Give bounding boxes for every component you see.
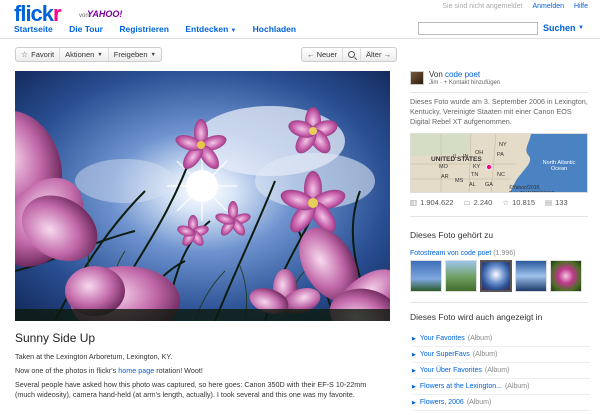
triangle-right-icon: ▶: [412, 367, 416, 374]
map-state-label: AR: [441, 174, 449, 180]
chevron-down-icon: ▼: [230, 28, 237, 34]
map-state-label: NY: [499, 142, 507, 148]
actions-dropdown[interactable]: Aktionen ▼: [60, 48, 109, 61]
map-state-label: OH: [475, 150, 484, 156]
divider: [410, 216, 588, 217]
account-links: Sie sind nicht angemeldet Anmelden Hilfe: [434, 3, 588, 10]
map-state-label: KY: [473, 164, 481, 170]
thumbnail[interactable]: [410, 260, 442, 292]
map-ocean-label: North Atlantic Ocean: [542, 160, 576, 172]
map-copyright: ©Yahoo!2010, Data©NAVTEQ2009: [509, 185, 555, 192]
add-contact-link[interactable]: + Kontakt hinzufügen: [444, 80, 501, 86]
map-state-label: MO: [439, 164, 448, 170]
list-item[interactable]: ▶ Flowers, 2006 (Album): [412, 395, 590, 411]
list-item[interactable]: ▶ Flowers at the Lexington... (Album): [412, 379, 590, 395]
nav-tour[interactable]: Die Tour: [69, 24, 103, 34]
photostream-link[interactable]: Fotostream von code poet: [410, 250, 491, 257]
map-state-label: NC: [497, 172, 505, 178]
owner-link[interactable]: code poet: [445, 70, 480, 79]
photo-stats: ▥ 1.904.622 ▭ 2.240 ☆ 10.815 ▤ 133: [410, 198, 588, 207]
photostream-label: Fotostream von code poet (1.996): [410, 250, 515, 257]
location-map[interactable]: UNITED STATES NY PA OH KY TN NC GA AL MS…: [410, 133, 588, 193]
chevron-down-icon: ▼: [150, 51, 156, 58]
context-list: ▶ Your Favorites (Album) ▶ Your SuperFavs (A…: [412, 331, 590, 411]
notes-icon: ▤: [545, 198, 553, 207]
map-state-label: TN: [471, 172, 479, 178]
flower-sky-photo: [15, 71, 390, 321]
list-item[interactable]: ▶ Your Favorites (Album): [412, 331, 590, 347]
owner-sub: Jim · + Kontakt hinzufügen: [429, 80, 501, 86]
star-icon: ☆: [21, 50, 29, 59]
help-link[interactable]: Hilfe: [574, 3, 588, 10]
divider: [410, 92, 588, 93]
nav-upload[interactable]: Hochladen: [253, 24, 296, 34]
notes-stat: ▤ 133: [545, 198, 568, 207]
triangle-right-icon: ▶: [412, 399, 416, 406]
photostream-thumbnails: [410, 260, 585, 292]
nav-register[interactable]: Registrieren: [119, 24, 169, 34]
album-link[interactable]: Flowers, 2006: [420, 399, 464, 406]
main-nav: Startseite Die Tour Registrieren Entdeck…: [14, 24, 310, 34]
photo-actions-toolbar: ☆ Favorit Aktionen ▼ Freigeben ▼: [15, 47, 162, 62]
list-item[interactable]: ▶ Your Über Favorites (Album): [412, 363, 590, 379]
share-dropdown[interactable]: Freigeben ▼: [109, 48, 161, 61]
album-link[interactable]: Your Über Favorites: [420, 367, 482, 374]
photo-title: Sunny Side Up: [15, 331, 96, 345]
photo-pager: ← Neuer Älter →: [301, 47, 398, 62]
owner-line: Von code poet: [429, 70, 481, 79]
thumbnail-selected[interactable]: [480, 260, 512, 292]
map-state-label: AL: [469, 182, 476, 188]
album-link[interactable]: Your SuperFavs: [420, 351, 470, 358]
chevron-down-icon: ▼: [97, 51, 103, 58]
desc-paragraph: Several people have asked how this photo…: [15, 380, 367, 399]
favorites-stat[interactable]: ☆ 10.815: [502, 198, 535, 207]
login-link[interactable]: Anmelden: [533, 3, 565, 10]
belongs-heading: Dieses Foto gehört zu: [410, 230, 494, 240]
thumbnail[interactable]: [445, 260, 477, 292]
yahoo-logo: YAHOO!: [87, 9, 123, 19]
main-photo[interactable]: [15, 71, 390, 321]
zoom-button[interactable]: [343, 48, 362, 61]
triangle-right-icon: ▶: [412, 335, 416, 342]
divider: [410, 302, 588, 303]
list-item[interactable]: ▶ Your SuperFavs (Album): [412, 347, 590, 363]
thumbnail[interactable]: [515, 260, 547, 292]
magnifier-icon: [348, 51, 356, 58]
photo-description: Taken at the Lexington Arboretum, Lexing…: [15, 352, 385, 404]
header-divider: [0, 38, 600, 39]
older-button[interactable]: Älter →: [361, 48, 396, 61]
views-stat: ▥ 1.904.622: [410, 198, 454, 207]
taken-info: Dieses Foto wurde am 3. September 2006 i…: [410, 97, 588, 126]
desc-paragraph: Now one of the photos in flickr's home p…: [15, 366, 203, 375]
map-state-label: IN: [463, 154, 469, 160]
comments-stat[interactable]: ▭ 2.240: [463, 198, 492, 207]
photostream-count: (1.996): [493, 250, 516, 257]
map-state-label: MS: [455, 178, 464, 184]
map-state-label: PA: [497, 152, 504, 158]
login-status: Sie sind nicht angemeldet: [442, 3, 523, 10]
newer-button[interactable]: ← Neuer: [302, 48, 344, 61]
nav-startseite[interactable]: Startseite: [14, 24, 53, 34]
chart-bars-icon: ▥: [410, 198, 418, 207]
nav-explore[interactable]: Entdecken ▼: [185, 24, 236, 34]
album-link[interactable]: Your Favorites: [420, 335, 465, 342]
favorite-button[interactable]: ☆ Favorit: [16, 48, 61, 61]
triangle-right-icon: ▶: [412, 383, 416, 390]
also-in-heading: Dieses Foto wird auch angezeigt in: [410, 312, 543, 322]
star-icon: ☆: [502, 198, 510, 207]
avatar[interactable]: [410, 71, 424, 85]
search-input[interactable]: [418, 22, 538, 35]
search-options-chevron-icon[interactable]: ▼: [578, 25, 584, 31]
home-page-link[interactable]: home page: [118, 366, 154, 375]
desc-paragraph: Taken at the Lexington Arboretum, Lexing…: [15, 352, 173, 361]
map-state-label: IL: [453, 154, 458, 160]
album-link[interactable]: Flowers at the Lexington...: [420, 383, 502, 390]
thumbnail[interactable]: [550, 260, 582, 292]
triangle-right-icon: ▶: [412, 351, 416, 358]
comment-icon: ▭: [463, 198, 471, 207]
top-header: flickr von YAHOO! Sie sind nicht angemel…: [0, 0, 600, 37]
map-state-label: GA: [485, 182, 493, 188]
search-button[interactable]: Suchen: [543, 23, 576, 33]
